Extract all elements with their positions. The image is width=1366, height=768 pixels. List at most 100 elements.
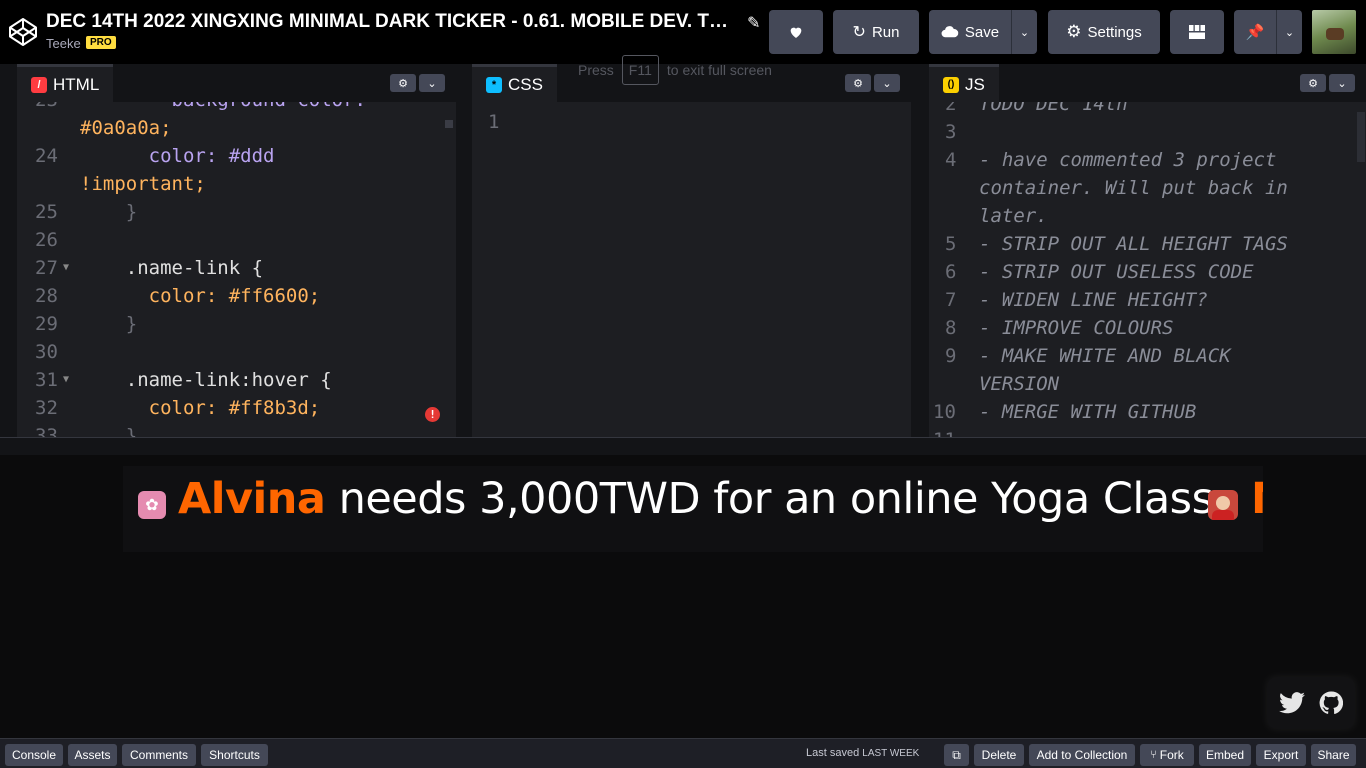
pin-options-button[interactable]: ⌄ — [1276, 10, 1302, 54]
layout-button[interactable] — [1170, 10, 1224, 54]
save-button[interactable]: Save — [929, 10, 1011, 54]
tab-html[interactable]: / HTML — [17, 64, 114, 102]
code-line: !important; — [80, 173, 206, 195]
last-saved: Last saved LAST WEEK — [806, 747, 919, 759]
refresh-icon: ↻ — [852, 24, 866, 41]
open-external-button[interactable]: ⧉ — [944, 744, 969, 766]
line-number: 26 — [35, 229, 58, 251]
editor-area: / HTML ⚙ ⌄ 23 background-color: #0a0a0a;… — [0, 64, 1366, 437]
fork-icon: ⑂ — [1150, 749, 1157, 761]
tab-css-label: CSS — [508, 74, 543, 94]
flower-icon: ✿ — [145, 497, 159, 514]
js-settings-button[interactable]: ⚙ — [1300, 74, 1326, 92]
line-number: 31 — [35, 369, 58, 391]
tab-css[interactable]: * CSS — [472, 64, 557, 102]
code-line: #0a0a0a; — [80, 117, 172, 139]
gear-icon: ⚙ — [1066, 22, 1082, 41]
html-panel-header: / HTML ⚙ ⌄ — [17, 64, 456, 102]
html-settings-button[interactable]: ⚙ — [390, 74, 416, 92]
code-line: VERSION — [979, 373, 1060, 395]
line-number: 11 — [933, 426, 956, 437]
gear-icon: ⚙ — [853, 77, 863, 90]
code-line: - STRIP OUT ALL HEIGHT TAGS — [979, 233, 1288, 255]
codepen-logo-icon[interactable] — [8, 17, 38, 47]
js-braces-icon: () — [943, 76, 959, 93]
save-label: Save — [964, 23, 1000, 41]
gear-icon: ⚙ — [398, 77, 408, 90]
html-collapse-button[interactable]: ⌄ — [419, 74, 445, 92]
line-number: 24 — [35, 145, 58, 167]
line-number: 4 — [945, 149, 957, 171]
code-line: } — [80, 201, 138, 223]
edit-title-icon[interactable]: ✎ — [747, 13, 760, 33]
line-number: 5 — [945, 233, 957, 255]
js-panel-header: () JS ⚙ ⌄ — [929, 64, 1366, 102]
code-line: - MERGE WITH GITHUB — [979, 401, 1197, 423]
console-button[interactable]: Console — [5, 744, 63, 766]
donor-avatar: ✿ — [138, 491, 166, 519]
settings-button[interactable]: ⚙ Settings — [1048, 10, 1160, 54]
chevron-down-icon: ⌄ — [427, 77, 437, 90]
scrollbar-thumb[interactable] — [445, 120, 453, 128]
github-icon[interactable] — [1319, 691, 1343, 715]
line-number: 30 — [35, 341, 58, 363]
fullscreen-hint: Press F11 to exit full screen — [578, 55, 772, 85]
user-avatar[interactable] — [1312, 10, 1356, 54]
css-code-area[interactable]: 1 — [472, 102, 911, 437]
line-number: 3 — [945, 121, 957, 143]
css-collapse-button[interactable]: ⌄ — [874, 74, 900, 92]
embed-button[interactable]: Embed — [1199, 744, 1251, 766]
ticker-message: Alvina needs 3,000TWD for an online Yoga… — [178, 474, 1227, 524]
tab-js[interactable]: () JS — [929, 64, 999, 102]
line-number: 29 — [35, 313, 58, 335]
share-button[interactable]: Share — [1311, 744, 1356, 766]
line-number: 9 — [945, 345, 957, 367]
fold-arrow-icon[interactable]: ▼ — [63, 374, 69, 385]
line-number: 28 — [35, 285, 58, 307]
fold-arrow-icon[interactable]: ▼ — [63, 262, 69, 273]
html-editor-panel: / HTML ⚙ ⌄ 23 background-color: #0a0a0a;… — [17, 64, 456, 437]
css-editor-panel: * CSS ⚙ ⌄ 1 — [472, 64, 911, 437]
delete-button[interactable]: Delete — [974, 744, 1024, 766]
chevron-down-icon: ⌄ — [1284, 26, 1295, 39]
last-saved-label: Last saved — [806, 747, 860, 759]
code-line: - MAKE WHITE AND BLACK — [979, 345, 1231, 367]
html-code-area[interactable]: 23 background-color: #0a0a0a; 24 color: … — [17, 102, 456, 437]
scrollbar-thumb[interactable] — [1357, 112, 1365, 162]
chevron-down-icon: ⌄ — [1019, 26, 1030, 39]
css-settings-button[interactable]: ⚙ — [845, 74, 871, 92]
code-line: - WIDEN LINE HEIGHT? — [979, 289, 1208, 311]
run-button[interactable]: ↻ Run — [833, 10, 919, 54]
comments-button[interactable]: Comments — [122, 744, 196, 766]
love-button[interactable] — [769, 10, 823, 54]
author-name[interactable]: Teeke — [46, 36, 81, 51]
external-link-icon: ⧉ — [952, 747, 961, 762]
last-saved-time: LAST WEEK — [862, 748, 920, 759]
js-collapse-button[interactable]: ⌄ — [1329, 74, 1355, 92]
shortcuts-button[interactable]: Shortcuts — [201, 744, 268, 766]
assets-button[interactable]: Assets — [68, 744, 117, 766]
js-code-area[interactable]: 2 TODO DEC 14th 3 4 - have commented 3 p… — [929, 102, 1366, 437]
export-button[interactable]: Export — [1256, 744, 1306, 766]
save-options-button[interactable]: ⌄ — [1011, 10, 1037, 54]
pen-title[interactable]: DEC 14TH 2022 XINGXING MINIMAL DARK TICK… — [46, 11, 736, 33]
html-slash-icon: / — [31, 76, 47, 93]
fork-button[interactable]: ⑂ Fork — [1140, 744, 1194, 766]
code-line: background-color: — [80, 102, 366, 114]
twitter-icon[interactable] — [1279, 692, 1305, 714]
ticker-name-link[interactable]: Alvina — [178, 474, 326, 524]
error-icon[interactable]: ! — [425, 407, 440, 422]
code-line: } — [80, 313, 138, 335]
resize-handle[interactable] — [0, 437, 1366, 455]
run-label: Run — [871, 23, 900, 41]
code-line: } — [80, 425, 138, 437]
line-number: 7 — [945, 289, 957, 311]
code-line: - STRIP OUT USELESS CODE — [979, 261, 1254, 283]
js-editor-panel: () JS ⚙ ⌄ 2 TODO DEC 14th 3 4 - have com… — [929, 64, 1366, 437]
add-to-collection-button[interactable]: Add to Collection — [1029, 744, 1135, 766]
code-line: .name-link { — [80, 257, 264, 279]
code-line: 23 — [35, 102, 58, 114]
preview-pane: ✿ Alvina needs 3,000TWD for an online Yo… — [0, 455, 1366, 738]
code-line: color: #ff6600; — [80, 285, 321, 307]
pin-button[interactable]: 📌 — [1234, 10, 1276, 54]
